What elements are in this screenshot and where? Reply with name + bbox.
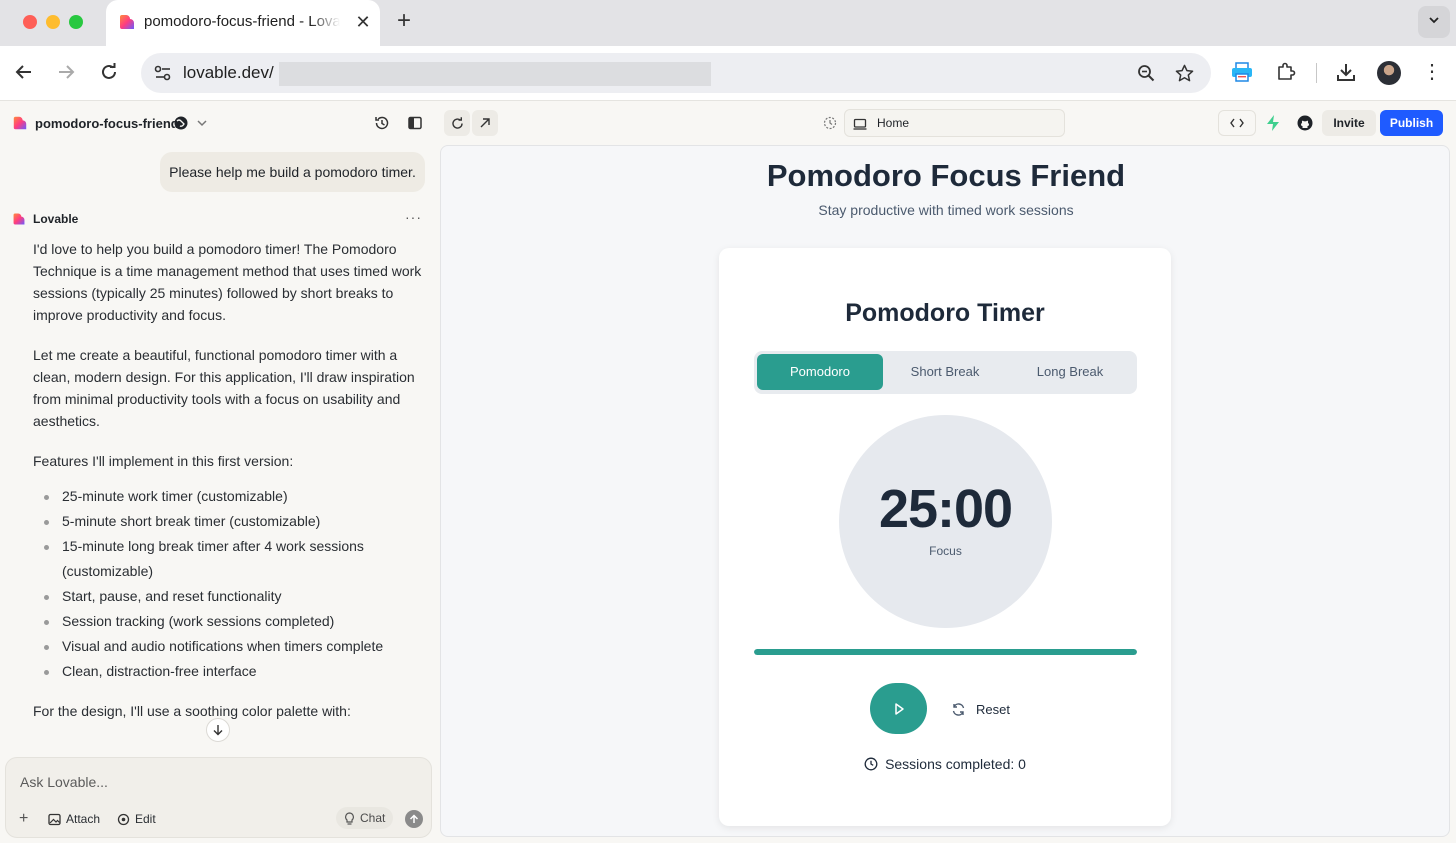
message-paragraph: I'd love to help you build a pomodoro ti… [33,241,422,323]
supabase-bolt-icon[interactable] [1262,112,1284,134]
loading-clock-icon [823,116,837,130]
chat-label: Chat [360,811,386,825]
timer-mode-label: Focus [929,544,962,558]
message-paragraph: Features I'll implement in this first ve… [33,453,294,469]
timer-card: Pomodoro Timer Pomodoro Short Break Long… [719,248,1171,826]
github-icon[interactable] [1294,112,1316,134]
reset-label: Reset [976,701,1010,717]
toolbar-divider [1316,63,1317,83]
browser-menu-icon[interactable]: ⋮ [1420,59,1444,85]
list-item: Visual and audio notifications when time… [33,634,428,659]
bookmark-star-icon[interactable] [1172,61,1196,85]
forward-arrow-icon[interactable] [53,59,79,85]
lovable-logo-icon [13,213,25,225]
attach-label: Attach [66,812,101,826]
extensions-puzzle-icon[interactable] [1273,59,1299,85]
site-settings-icon[interactable] [151,61,175,85]
assistant-name: Lovable [33,212,79,226]
project-header: pomodoro-focus-friend [0,101,438,145]
assistant-message: I'd love to help you build a pomodoro ti… [33,238,428,740]
close-window-button[interactable] [23,15,37,29]
timer-card-title: Pomodoro Timer [845,299,1045,327]
tab-search-chevron-icon[interactable] [1418,6,1450,38]
list-item: Clean, distraction-free interface [33,659,428,684]
code-view-icon[interactable] [1218,110,1256,136]
tab-close-icon[interactable]: ✕ [352,11,374,33]
lightbulb-icon [345,811,354,825]
refresh-preview-icon[interactable] [444,110,470,136]
chat-mode-button[interactable]: Chat [336,807,394,829]
list-item: Session tracking (work sessions complete… [33,609,428,634]
clock-icon [864,757,878,771]
tab-short-break[interactable]: Short Break [882,354,1008,390]
list-item: 15-minute long break timer after 4 work … [33,534,428,584]
lovable-app: pomodoro-focus-friend Please help me bui… [0,100,1456,843]
scroll-down-icon[interactable] [206,718,230,742]
sidebar-toggle-icon[interactable] [406,114,424,132]
list-item: 5-minute short break timer (customizable… [33,509,428,534]
browser-toolbar: lovable.dev/ ⋮ [0,46,1456,100]
preview-header: Home Invite Publish [438,101,1456,145]
reload-icon[interactable] [96,59,122,85]
user-message-bubble: Please help me build a pomodoro timer. [160,152,425,192]
preview-subtitle: Stay productive with timed work sessions [818,202,1074,218]
downloads-icon[interactable] [1333,59,1359,85]
project-name[interactable]: pomodoro-focus-friend [35,116,179,131]
globe-icon [174,116,188,130]
minimize-window-button[interactable] [46,15,60,29]
sessions-counter: Sessions completed: 0 [719,756,1171,772]
open-external-icon[interactable] [472,110,498,136]
profile-avatar[interactable] [1377,61,1401,85]
attach-button[interactable]: Attach [48,810,100,828]
chat-composer: Ask Lovable... + Attach Edit Chat [5,757,432,838]
browser-tab[interactable]: pomodoro-focus-friend - Lovable ✕ [106,0,380,46]
reset-button[interactable]: Reset [951,699,1010,719]
publish-button[interactable]: Publish [1380,110,1443,136]
history-icon[interactable] [373,114,391,132]
tab-title: pomodoro-focus-friend - Lovable [144,13,340,30]
lovable-logo-icon [13,116,27,130]
image-icon [48,813,61,825]
zoom-icon[interactable] [1134,61,1158,85]
route-selector[interactable]: Home [844,109,1065,137]
printer-extension-icon[interactable] [1229,59,1255,85]
monitor-icon [853,118,867,130]
mode-tabs: Pomodoro Short Break Long Break [754,351,1137,394]
progress-fill [754,649,1137,655]
new-tab-icon[interactable]: + [392,9,416,34]
message-paragraph: Let me create a beautiful, functional po… [33,347,415,429]
redacted-url-segment [279,62,711,86]
reset-icon [952,702,965,716]
tab-pomodoro[interactable]: Pomodoro [757,354,883,390]
play-icon [894,702,904,715]
route-label: Home [877,116,910,130]
list-item: 25-minute work timer (customizable) [33,484,428,509]
edit-label: Edit [135,812,156,826]
list-item: Start, pause, and reset functionality [33,584,428,609]
edit-button[interactable]: Edit [117,810,156,828]
timer-dial: 25:00 Focus [839,415,1052,628]
progress-bar [754,649,1137,655]
back-arrow-icon[interactable] [11,59,37,85]
address-url: lovable.dev/ [183,63,274,82]
browser-tab-bar: pomodoro-focus-friend - Lovable ✕ + [0,0,1456,46]
message-options-icon[interactable]: ··· [405,209,422,225]
play-button[interactable] [870,683,927,734]
timer-display: 25:00 [878,479,1013,539]
target-icon [117,813,130,825]
invite-button[interactable]: Invite [1322,110,1376,136]
chat-input[interactable]: Ask Lovable... [20,774,108,790]
app-preview: Pomodoro Focus Friend Stay productive wi… [440,145,1450,837]
send-arrow-icon[interactable] [405,810,423,828]
sessions-text: Sessions completed: 0 [885,756,1026,772]
plus-icon[interactable]: + [19,810,28,828]
chevron-down-icon[interactable] [195,116,209,130]
message-paragraph: For the design, I'll use a soothing colo… [33,703,351,719]
feature-list: 25-minute work timer (customizable) 5-mi… [33,484,428,684]
preview-title: Pomodoro Focus Friend [766,158,1126,193]
address-bar[interactable]: lovable.dev/ [141,53,1211,93]
maximize-window-button[interactable] [69,15,83,29]
lovable-favicon-icon [120,15,134,29]
tab-long-break[interactable]: Long Break [1007,354,1133,390]
